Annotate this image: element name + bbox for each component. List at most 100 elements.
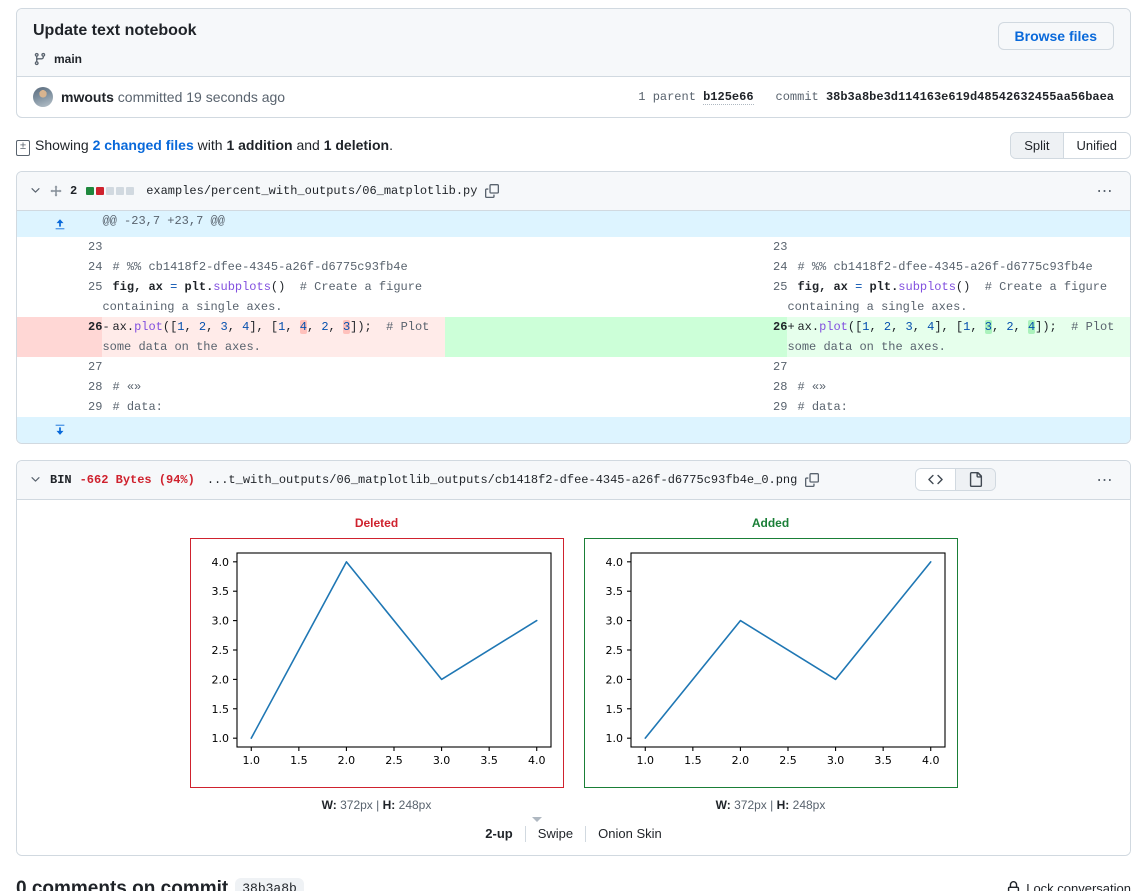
line-number-right[interactable]: 26 — [444, 316, 788, 357]
browse-files-button[interactable]: Browse files — [997, 22, 1114, 50]
commit-header-card: Update text notebook main Browse files m… — [16, 8, 1131, 118]
line-number-right[interactable]: 28 — [445, 377, 787, 397]
line-number-left[interactable]: 24 — [17, 257, 102, 277]
chevron-down-icon[interactable] — [29, 473, 42, 486]
code-cell-right[interactable] — [787, 357, 1130, 377]
unified-view-button[interactable]: Unified — [1062, 132, 1130, 158]
code-token: , — [912, 319, 928, 334]
file-change-count: 2 — [70, 183, 78, 198]
line-number-right[interactable]: 23 — [445, 237, 787, 257]
line-number-left[interactable]: 25 — [17, 277, 102, 317]
code-token: 3 — [984, 319, 992, 334]
view-rendered-button[interactable] — [955, 469, 996, 491]
code-token: 4 — [299, 319, 307, 334]
code-cell-left[interactable]: - ax.plot([1, 2, 3, 4], [1, 4, 2, 3]); # … — [102, 316, 445, 357]
code-token: , — [285, 319, 300, 334]
image-options-menu[interactable]: ⋯ — [1092, 470, 1118, 490]
code-token: ], [ — [934, 319, 964, 334]
code-token: ax. — [112, 319, 135, 334]
code-token: # «» — [797, 379, 827, 394]
footer-commit-sha: 38b3a8b — [235, 878, 304, 891]
height-label: H: — [382, 797, 396, 812]
code-cell-left[interactable] — [102, 357, 445, 377]
copy-path-icon[interactable] — [805, 472, 820, 487]
svg-text:2.0: 2.0 — [731, 754, 749, 767]
mode-onion-skin-button[interactable]: Onion Skin — [586, 826, 674, 841]
code-cell-right[interactable]: # %% cb1418f2-dfee-4345-a26f-d6775c93fb4… — [787, 257, 1130, 277]
height-value: 248px — [792, 797, 826, 812]
code-token: # «» — [112, 379, 142, 394]
lock-conversation-button[interactable]: Lock conversation — [1006, 881, 1131, 891]
code-cell-right[interactable]: fig, ax = plt.subplots() # Create a figu… — [787, 277, 1130, 317]
code-token: 2 — [1006, 319, 1014, 334]
added-image-frame[interactable]: 1.0 1.5 2.0 2.5 3.0 3.5 4.0 1.0 1.5 2.0 2.5 3.0 3.5 4… — [583, 537, 958, 788]
code-cell-right[interactable]: + ax.plot([1, 2, 3, 4], [1, 3, 2, 4]); # … — [787, 316, 1130, 357]
changed-files-link[interactable]: 2 changed files — [93, 137, 194, 153]
summary-and: and — [296, 137, 320, 154]
code-cell-left[interactable] — [102, 237, 445, 257]
split-view-button[interactable]: Split — [1011, 132, 1063, 158]
diff-block-add — [86, 186, 95, 195]
line-number-left[interactable]: 26 — [17, 316, 103, 357]
code-token: , ax — [134, 279, 171, 294]
code-cell-left[interactable]: fig, ax = plt.subplots() # Create a figu… — [102, 277, 445, 317]
expand-up-button[interactable] — [17, 210, 103, 237]
code-token: ]); — [350, 319, 379, 334]
diff-table-python: @@ -23,7 +23,7 @@ 23 23 24 # %% cb1418f2… — [17, 210, 1130, 443]
code-token: , — [970, 319, 985, 334]
width-label: W: — [715, 797, 731, 812]
svg-text:3.5: 3.5 — [605, 585, 623, 598]
code-cell-right[interactable] — [787, 237, 1130, 257]
diff-row: 28 # «» 28 # «» — [17, 377, 1130, 397]
line-number-left[interactable]: 29 — [17, 397, 102, 417]
comments-footer: 0 comments on commit 38b3a8b Lock conver… — [16, 872, 1131, 891]
expand-down-button[interactable] — [17, 416, 103, 443]
file-options-menu[interactable]: ⋯ — [1093, 181, 1119, 201]
dims-separator: | — [376, 797, 380, 812]
svg-text:1.5: 1.5 — [211, 703, 229, 716]
copy-path-icon[interactable] — [485, 183, 500, 198]
author-name[interactable]: mwouts — [61, 89, 114, 105]
chevron-down-icon[interactable] — [29, 184, 42, 197]
line-number-left[interactable]: 23 — [17, 237, 102, 257]
mode-2up-button[interactable]: 2-up — [473, 826, 524, 841]
parent-label: 1 parent — [638, 89, 696, 104]
code-token: # %% cb1418f2-dfee-4345-a26f-d6775c93fb4… — [112, 259, 408, 274]
view-source-button[interactable] — [916, 469, 956, 491]
commit-sha[interactable]: 38b3a8be3d114163e619d48542632455aa56baea — [826, 90, 1114, 104]
image-view-toggle — [915, 468, 997, 492]
expand-down-row — [17, 416, 1130, 443]
code-cell-right[interactable]: # data: — [787, 397, 1130, 417]
diff-block-empty — [126, 186, 135, 195]
code-token: fig — [112, 279, 135, 294]
code-token: plt. — [869, 279, 899, 294]
file-path-image[interactable]: ...t_with_outputs/06_matplotlib_outputs/… — [207, 473, 798, 487]
code-cell-left[interactable]: # %% cb1418f2-dfee-4345-a26f-d6775c93fb4… — [102, 257, 445, 277]
parent-sha[interactable]: b125e66 — [703, 89, 754, 105]
image-diff-body: Deleted 1.0 1.5 2.0 2.5 3.0 3.5 4.0 1.0 1.5 2.0 2.… — [17, 499, 1130, 855]
mode-swipe-button[interactable]: Swipe — [526, 826, 585, 841]
line-number-right[interactable]: 27 — [445, 357, 787, 377]
line-number-left[interactable]: 27 — [17, 357, 102, 377]
deleted-image-frame[interactable]: 1.0 1.5 2.0 2.5 3.0 3.5 4.0 1.0 1.5 2.0 2.5 3.0 3.5 4… — [189, 537, 564, 788]
svg-text:4.0: 4.0 — [921, 754, 939, 767]
code-cell-right[interactable]: # «» — [787, 377, 1130, 397]
expand-down-spacer — [102, 416, 1130, 443]
diff-row: 23 23 — [17, 237, 1130, 257]
file-path-python[interactable]: examples/percent_with_outputs/06_matplot… — [146, 184, 477, 198]
code-cell-left[interactable]: # «» — [102, 377, 445, 397]
active-mode-caret-icon — [531, 816, 542, 822]
line-number-right[interactable]: 24 — [445, 257, 787, 277]
code-token: # data: — [112, 399, 163, 414]
drag-handle-icon[interactable] — [50, 185, 62, 197]
height-label: H: — [776, 797, 790, 812]
line-number-right[interactable]: 29 — [445, 397, 787, 417]
file-header-python: 2 examples/percent_with_outputs/06_matpl… — [17, 171, 1130, 211]
line-number-right[interactable]: 25 — [445, 277, 787, 317]
branch-name[interactable]: main — [54, 52, 82, 66]
code-cell-left[interactable]: # data: — [102, 397, 445, 417]
code-token: ([ — [162, 319, 178, 334]
avatar[interactable] — [33, 86, 53, 107]
code-token: plot — [819, 319, 848, 334]
line-number-left[interactable]: 28 — [17, 377, 102, 397]
